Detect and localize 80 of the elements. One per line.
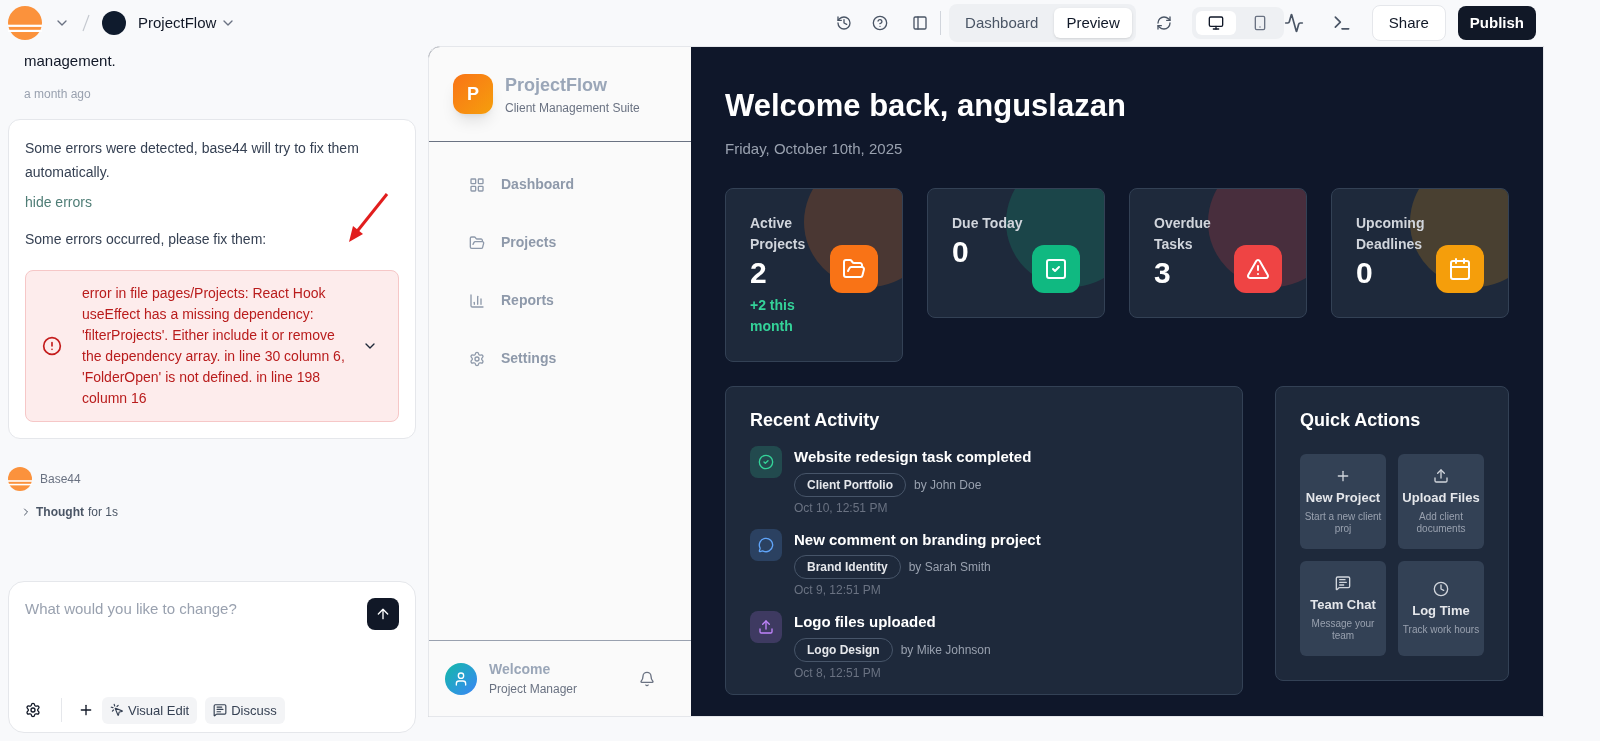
settings-icon xyxy=(469,350,485,367)
activity-time: Oct 9, 12:51 PM xyxy=(794,582,882,599)
activity-title: New comment on branding project xyxy=(794,529,1041,550)
speech-bubble-icon xyxy=(213,703,228,718)
stat-label: Upcoming Deadlines xyxy=(1356,214,1426,254)
tool-button[interactable]: Discuss xyxy=(205,696,285,724)
stat-value: 2 xyxy=(750,255,768,291)
user-greeting: Welcome xyxy=(489,660,552,679)
view-tab[interactable]: Dashboard xyxy=(953,7,1051,39)
stat-value: 0 xyxy=(952,234,970,270)
agent-avatar-icon xyxy=(8,466,32,491)
folder-icon xyxy=(469,234,485,251)
upload-icon xyxy=(1433,467,1449,484)
welcome-heading: Welcome back, anguslazan xyxy=(725,87,1127,125)
app-subtitle: Client Management Suite xyxy=(505,99,640,117)
message-time: a month ago xyxy=(23,85,92,103)
activity-title: Logo files uploaded xyxy=(794,612,937,632)
breadcrumb-divider xyxy=(82,14,90,32)
clock-icon xyxy=(1433,580,1449,597)
error-intro-text: Some errors were detected, base44 will try to fix them automatically. xyxy=(25,138,360,182)
stat-value: 3 xyxy=(1154,255,1172,291)
settings-icon[interactable] xyxy=(25,702,41,719)
agent-name: Base44 xyxy=(40,470,81,488)
stat-label: Overdue Tasks xyxy=(1154,214,1212,254)
error-icon xyxy=(42,335,62,356)
tool-button[interactable]: Visual Edit xyxy=(102,696,198,724)
date-text: Friday, October 10th, 2025 xyxy=(725,138,904,159)
bell-icon[interactable] xyxy=(639,670,655,687)
user-avatar xyxy=(445,662,477,695)
help-icon[interactable] xyxy=(872,15,889,31)
app-title: ProjectFlow xyxy=(505,73,608,97)
annotation-arrow-icon xyxy=(347,191,391,244)
folder-icon xyxy=(842,257,866,281)
message-input[interactable]: What would you like to change? xyxy=(25,598,367,621)
user-role: Project Manager xyxy=(489,681,579,698)
activity-icon[interactable] xyxy=(1283,13,1304,33)
app-logo: P xyxy=(453,74,493,114)
card-title: Recent Activity xyxy=(750,409,881,432)
upload-icon xyxy=(758,619,774,635)
quick-action-button[interactable]: Upload Files Add client documents xyxy=(1398,454,1484,549)
send-button[interactable] xyxy=(367,598,399,630)
quick-action-button[interactable]: Team Chat Message your team xyxy=(1300,561,1386,656)
quick-action-button[interactable]: Log Time Track work hours xyxy=(1398,561,1484,656)
speech-bubble-icon xyxy=(1335,574,1351,591)
stat-label: Due Today xyxy=(952,214,1024,233)
history-icon[interactable] xyxy=(836,15,853,31)
error-prompt-text: Some errors occurred, please fix them: xyxy=(25,229,268,249)
share-button[interactable]: Share xyxy=(1371,4,1446,42)
activity-author: by Mike Johnson xyxy=(900,641,991,659)
checkbox-icon xyxy=(1044,257,1068,281)
activity-time: Oct 10, 12:51 PM xyxy=(794,499,889,517)
thought-toggle[interactable]: Thought for 1s xyxy=(8,502,416,521)
activity-author: by John Doe xyxy=(914,476,982,494)
stat-label: Active Projects xyxy=(750,214,807,254)
project-name-button[interactable]: ProjectFlow xyxy=(138,11,237,35)
hide-errors-link[interactable]: hide errors xyxy=(25,191,399,213)
warning-icon xyxy=(1246,257,1270,281)
activity-time: Oct 8, 12:51 PM xyxy=(794,664,882,682)
quick-action-button[interactable]: New Project Start a new client proj xyxy=(1300,454,1386,549)
publish-button[interactable]: Publish xyxy=(1457,5,1536,41)
activity-author: by Sarah Smith xyxy=(908,559,991,576)
stat-note: +2 this month xyxy=(750,296,796,336)
error-text: error in file pages/Projects: React Hook useEffect has a missing dependency: 'filterProjects'. Either include it or remove the dependency array. in line 30 column 6, 'FolderOpen' is not defined. in line 198 column 16 xyxy=(81,283,346,408)
panel-toggle-icon[interactable] xyxy=(912,15,929,31)
card-title: Quick Actions xyxy=(1300,409,1422,432)
calendar-icon xyxy=(1448,257,1472,281)
grid-icon xyxy=(469,176,485,193)
bar-chart-icon xyxy=(469,292,485,309)
monitor-icon xyxy=(1207,15,1224,31)
speech-bubble-icon xyxy=(758,536,774,553)
check-circle-icon xyxy=(758,454,774,470)
activity-title: Website redesign task completed xyxy=(794,447,1032,467)
refresh-icon[interactable] xyxy=(1155,15,1172,31)
stat-value: 0 xyxy=(1356,255,1374,291)
sunset-logo-icon xyxy=(8,6,42,40)
desktop-view-button[interactable] xyxy=(1195,11,1236,35)
project-logo-icon xyxy=(102,11,126,35)
view-tab[interactable]: Preview xyxy=(1054,7,1132,39)
message-text: management. xyxy=(23,51,117,71)
pointer-click-icon xyxy=(110,703,124,718)
